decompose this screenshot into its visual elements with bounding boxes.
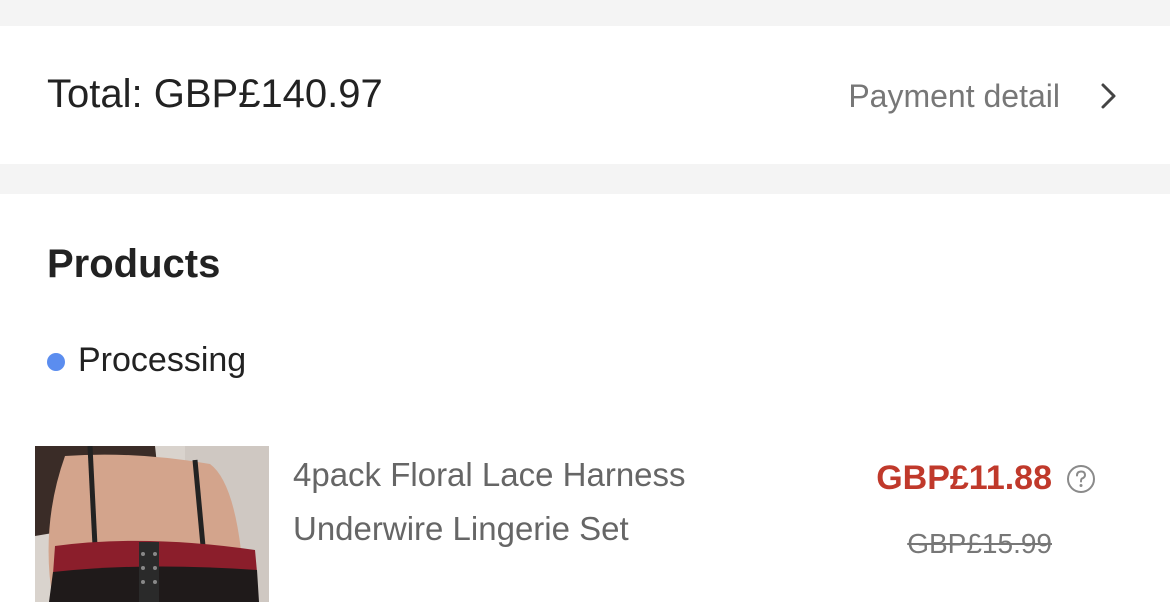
price-block: GBP£11.88	[876, 456, 1052, 500]
chevron-right-icon	[1101, 83, 1116, 109]
products-heading: Products	[47, 242, 221, 286]
status-row: Processing	[47, 338, 246, 382]
question-circle-icon[interactable]	[1066, 464, 1096, 494]
product-image	[35, 446, 269, 602]
order-total: Total: GBP£140.97	[47, 72, 383, 116]
top-separator	[0, 0, 1170, 26]
sale-price: GBP£11.88	[876, 459, 1052, 497]
status-dot	[47, 353, 65, 371]
product-title[interactable]: 4pack Floral Lace Harness Underwire Ling…	[293, 448, 763, 556]
status-label: Processing	[78, 341, 247, 379]
original-price: GBP£15.99	[907, 528, 1052, 559]
product-thumbnail[interactable]	[35, 446, 269, 602]
payment-detail-label: Payment detail	[848, 78, 1060, 114]
payment-detail-link[interactable]: Payment detail	[848, 74, 1118, 118]
